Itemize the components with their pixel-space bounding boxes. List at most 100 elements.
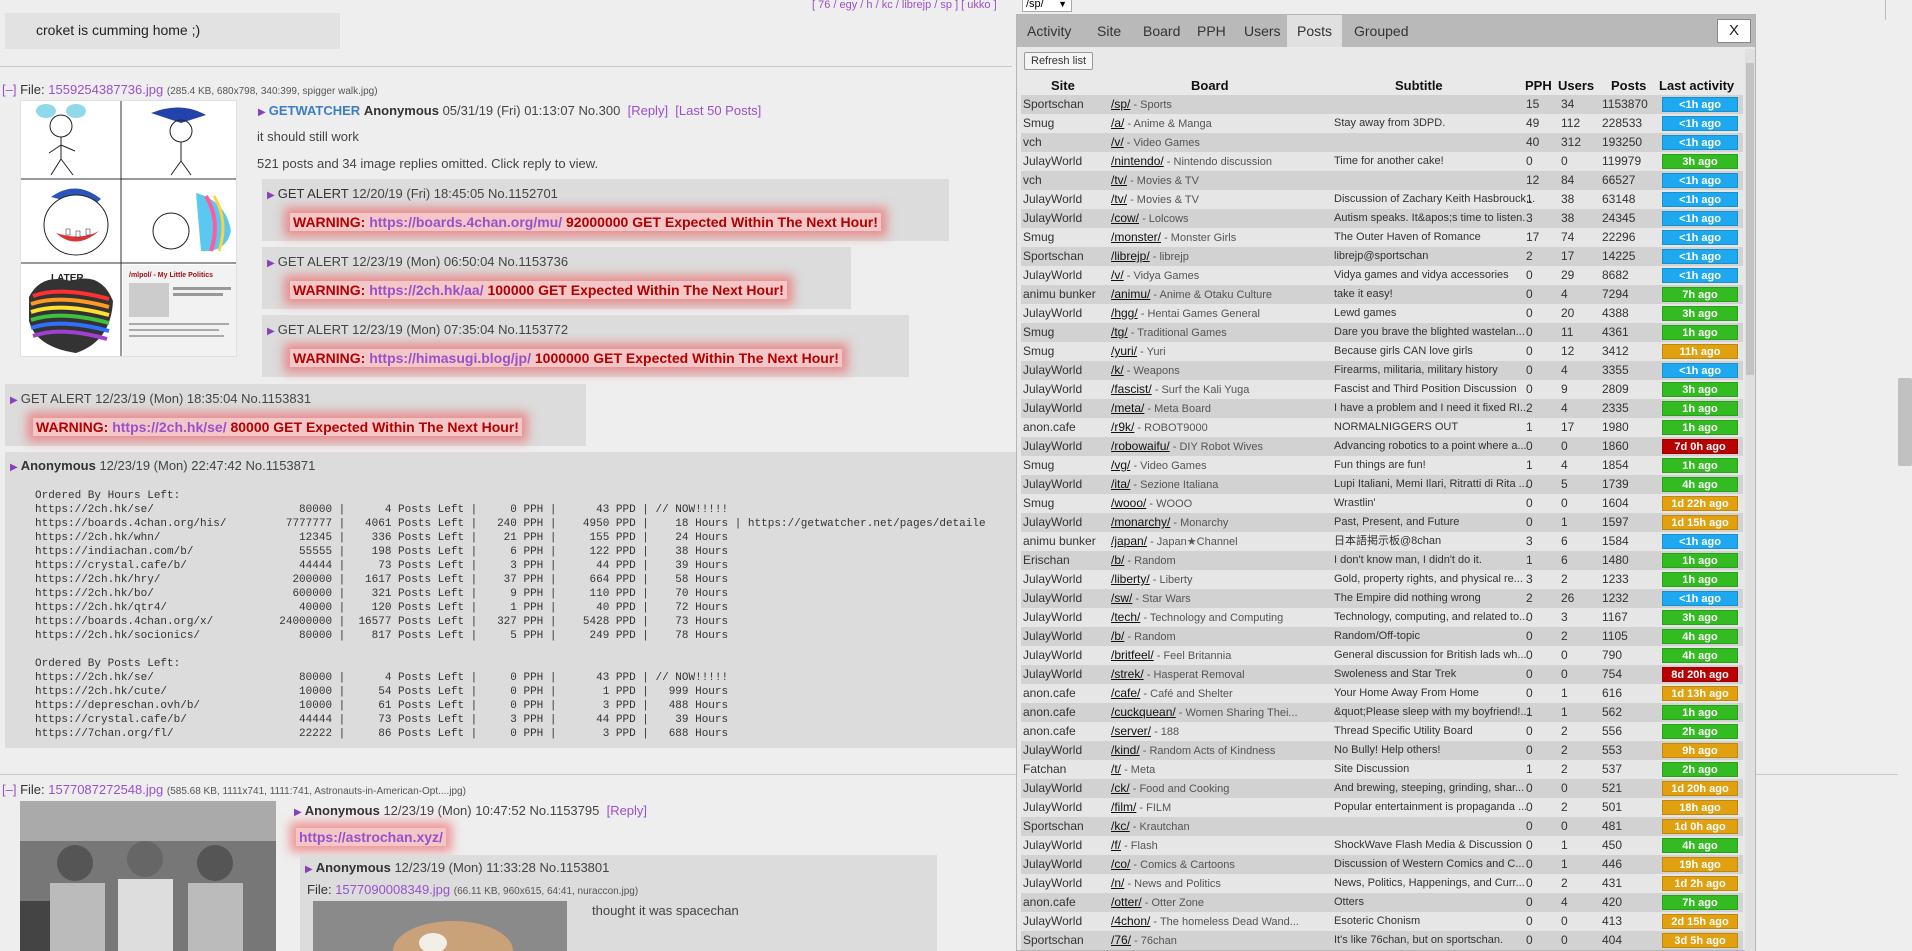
board-link[interactable]: /tv/ [1111, 192, 1127, 206]
board-link[interactable]: /cow/ [1111, 211, 1139, 225]
col-pph[interactable]: PPH [1525, 78, 1552, 93]
reply-link[interactable]: [Reply] [628, 103, 668, 118]
board-link[interactable]: /sp/ [1111, 97, 1130, 111]
board-link[interactable]: /animu/ [1111, 287, 1150, 301]
collapse-triangle-icon[interactable]: ▶ [10, 395, 18, 406]
board-link[interactable]: /tech/ [1111, 610, 1140, 624]
board-link[interactable]: /cafe/ [1111, 686, 1140, 700]
warning-url[interactable]: https://himasugi.blog/jp/ [369, 350, 531, 366]
reply-thumbnail[interactable] [313, 901, 567, 951]
warning-url[interactable]: https://2ch.hk/aa/ [369, 282, 483, 298]
collapse-triangle-icon[interactable]: ▶ [305, 864, 313, 875]
board-link[interactable]: /k/ [1111, 363, 1124, 377]
collapse-triangle-icon[interactable]: ▶ [258, 107, 266, 118]
tab-pph[interactable]: PPH [1187, 15, 1236, 47]
board-links[interactable]: [ 76 / egy / h / kc / librejp / sp ] [ u… [812, 0, 997, 11]
board-link[interactable]: /ita/ [1111, 477, 1130, 491]
col-last-activity[interactable]: Last activity [1659, 78, 1734, 93]
board-link[interactable]: /tv/ [1111, 173, 1127, 187]
col-posts[interactable]: Posts [1611, 78, 1646, 93]
thread1-toggle[interactable]: [–] [2, 82, 16, 97]
page-scrollbar[interactable] [1898, 378, 1912, 466]
cell-board: /ck/ - Food and Cooking [1111, 779, 1319, 799]
board-link[interactable]: /otter/ [1111, 895, 1142, 909]
board-link[interactable]: /r9k/ [1111, 420, 1134, 434]
thread2-file-link[interactable]: 1577087272548.jpg [48, 782, 163, 797]
alert-number[interactable]: No.1152701 [488, 186, 558, 201]
thread2-toggle[interactable]: [–] [2, 782, 16, 797]
board-link[interactable]: /strek/ [1111, 667, 1144, 681]
op-number[interactable]: No.1153795 [529, 803, 599, 818]
board-link[interactable]: /hgg/ [1111, 306, 1138, 320]
cell-users: 9 [1561, 382, 1568, 396]
tab-users[interactable]: Users [1234, 15, 1291, 47]
board-link[interactable]: /a/ [1111, 116, 1124, 130]
board-link[interactable]: /vg/ [1111, 458, 1130, 472]
reply-link[interactable]: [Reply] [607, 803, 647, 818]
reply-file-link[interactable]: 1577090008349.jpg [335, 882, 450, 897]
thread1-file-link[interactable]: 1559254387736.jpg [48, 82, 163, 97]
warning-url[interactable]: https://boards.4chan.org/mu/ [369, 214, 562, 230]
tab-activity[interactable]: Activity [1017, 15, 1081, 47]
board-link[interactable]: /v/ [1111, 268, 1124, 282]
board-select[interactable]: /sp/ ▼ [1022, 0, 1072, 12]
thread1-thumbnail[interactable]: LATER /mlpol/ - My Little Politics [20, 100, 237, 357]
alert-number[interactable]: No.1153831 [241, 391, 311, 406]
col-site[interactable]: Site [1051, 78, 1075, 93]
board-link[interactable]: /co/ [1111, 857, 1130, 871]
collapse-triangle-icon[interactable]: ▶ [10, 462, 18, 473]
board-link[interactable]: /kc/ [1111, 819, 1130, 833]
tab-posts[interactable]: Posts [1287, 15, 1343, 47]
board-link[interactable]: /kind/ [1111, 743, 1140, 757]
astrochan-link[interactable]: https://astrochan.xyz/ [299, 829, 443, 845]
board-link[interactable]: /liberty/ [1111, 572, 1150, 586]
board-link[interactable]: /n/ [1111, 876, 1124, 890]
warning-url[interactable]: https://2ch.hk/se/ [112, 419, 226, 435]
col-subtitle[interactable]: Subtitle [1395, 78, 1443, 93]
col-users[interactable]: Users [1558, 78, 1594, 93]
board-link[interactable]: /monster/ [1111, 230, 1161, 244]
board-link[interactable]: /robowaifu/ [1111, 439, 1170, 453]
tab-board[interactable]: Board [1133, 15, 1190, 47]
last50-link[interactable]: [Last 50 Posts] [675, 103, 761, 118]
op-number[interactable]: No.300 [578, 103, 620, 118]
board-link[interactable]: /ck/ [1111, 781, 1130, 795]
collapse-triangle-icon[interactable]: ▶ [294, 807, 302, 818]
board-link[interactable]: /f/ [1111, 838, 1121, 852]
board-link[interactable]: /t/ [1111, 762, 1121, 776]
board-link[interactable]: /server/ [1111, 724, 1151, 738]
collapse-triangle-icon[interactable]: ▶ [267, 326, 275, 337]
alert-number[interactable]: No.1153736 [498, 254, 568, 269]
board-link[interactable]: /librejp/ [1111, 249, 1150, 263]
board-link[interactable]: /monarchy/ [1111, 515, 1170, 529]
board-link[interactable]: /cuckquean/ [1111, 705, 1176, 719]
collapse-triangle-icon[interactable]: ▶ [267, 258, 275, 269]
board-link[interactable]: /v/ [1111, 135, 1124, 149]
board-link[interactable]: /76/ [1111, 933, 1131, 947]
board-link[interactable]: /britfeel/ [1111, 648, 1154, 662]
cell-pph: 0 [1526, 876, 1533, 890]
board-link[interactable]: /sw/ [1111, 591, 1132, 605]
board-link[interactable]: /japan/ [1111, 534, 1147, 548]
board-link[interactable]: /yuri/ [1111, 344, 1137, 358]
refresh-list-button[interactable]: Refresh list [1024, 52, 1094, 70]
alert-number[interactable]: No.1153772 [498, 322, 568, 337]
board-link[interactable]: /b/ [1111, 629, 1124, 643]
board-link[interactable]: /film/ [1111, 800, 1136, 814]
board-link[interactable]: /b/ [1111, 553, 1124, 567]
board-link[interactable]: /wooo/ [1111, 496, 1146, 510]
reply-number[interactable]: No.1153801 [540, 860, 610, 875]
post-number[interactable]: No.1153871 [245, 458, 315, 473]
close-button[interactable]: X [1717, 19, 1751, 43]
panel-scrollbar-thumb[interactable] [1746, 63, 1754, 375]
thread2-thumbnail[interactable] [20, 801, 276, 951]
board-link[interactable]: /nintendo/ [1111, 154, 1164, 168]
tab-grouped[interactable]: Grouped [1344, 15, 1418, 47]
tab-site[interactable]: Site [1087, 15, 1131, 47]
collapse-triangle-icon[interactable]: ▶ [267, 190, 275, 201]
board-link[interactable]: /fascist/ [1111, 382, 1152, 396]
board-link[interactable]: /tg/ [1111, 325, 1128, 339]
col-board[interactable]: Board [1191, 78, 1229, 93]
board-link[interactable]: /meta/ [1111, 401, 1144, 415]
board-link[interactable]: /4chon/ [1111, 914, 1150, 928]
